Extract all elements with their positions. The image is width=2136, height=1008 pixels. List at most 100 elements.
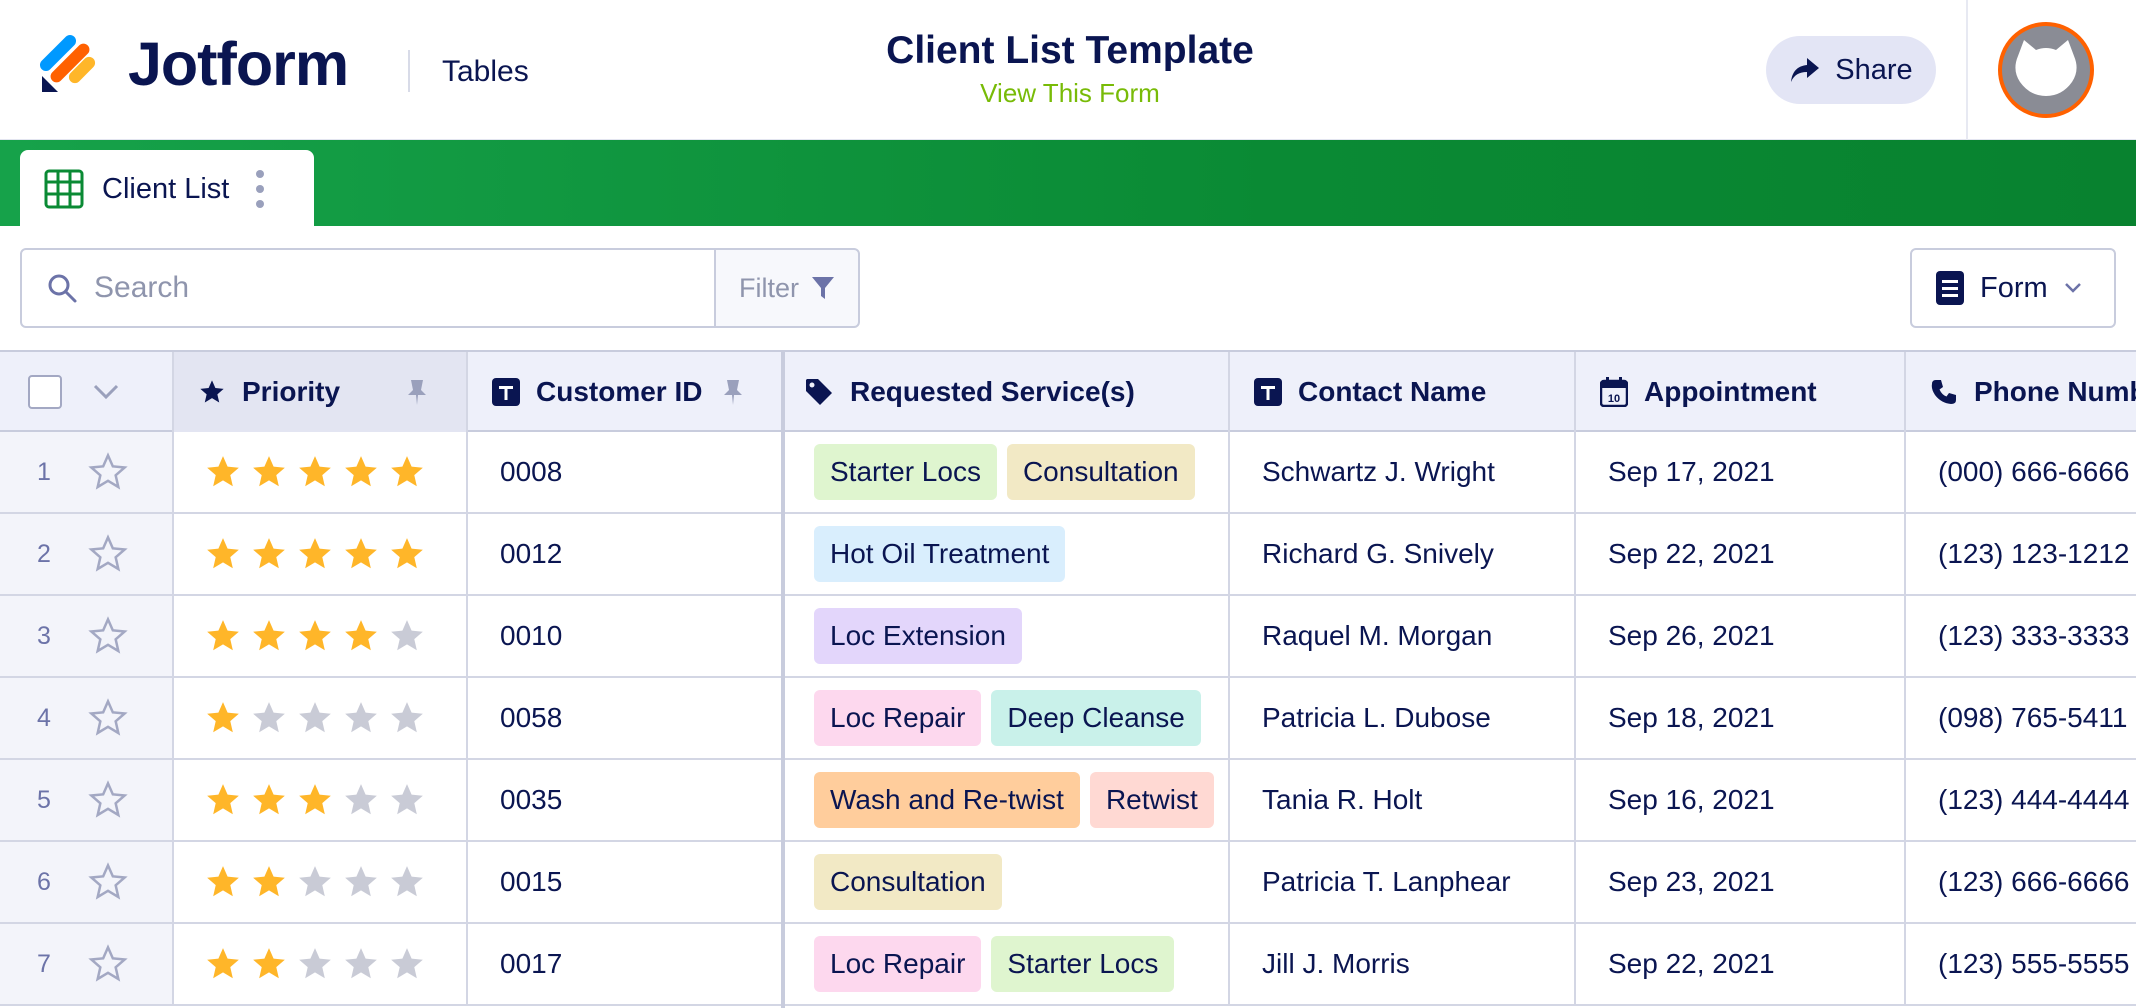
service-tag[interactable]: Hot Oil Treatment [814, 526, 1066, 582]
star-empty-icon[interactable] [388, 699, 426, 737]
priority-cell[interactable] [174, 514, 468, 594]
priority-cell[interactable] [174, 678, 468, 758]
star-empty-icon[interactable] [342, 781, 380, 819]
star-filled-icon[interactable] [250, 781, 288, 819]
table-row[interactable]: 1 0008 Starter Locs Consultation Schwartz… [0, 432, 2136, 514]
tab-menu-kebab-icon[interactable] [255, 170, 265, 208]
star-filled-icon[interactable] [250, 453, 288, 491]
contact-name-cell[interactable]: Richard G. Snively [1230, 514, 1576, 594]
services-cell[interactable]: Hot Oil Treatment [784, 514, 1230, 594]
select-all-checkbox[interactable] [28, 375, 62, 409]
star-empty-icon[interactable] [250, 699, 288, 737]
star-empty-icon[interactable] [342, 863, 380, 901]
table-row[interactable]: 3 0010 Loc Extension Raquel M. Morgan Se… [0, 596, 2136, 678]
service-tag[interactable]: Wash and Re-twist [814, 772, 1080, 828]
star-filled-icon[interactable] [250, 945, 288, 983]
star-filled-icon[interactable] [204, 699, 242, 737]
service-tag[interactable]: Retwist [1089, 772, 1214, 828]
column-header-appointment[interactable]: 10 Appointment [1576, 352, 1906, 432]
services-cell[interactable]: Starter Locs Consultation [784, 432, 1230, 512]
star-empty-icon[interactable] [388, 945, 426, 983]
customer-id-cell[interactable]: 0058 [468, 678, 784, 758]
star-filled-icon[interactable] [250, 617, 288, 655]
share-button[interactable]: Share [1766, 36, 1936, 104]
brand-name[interactable]: Jotform [128, 26, 349, 102]
phone-cell[interactable]: (123) 444-4444 [1906, 760, 2136, 840]
priority-cell[interactable] [174, 596, 468, 676]
service-tag[interactable]: Loc Extension [814, 608, 1022, 664]
appointment-cell[interactable]: Sep 22, 2021 [1576, 924, 1906, 1004]
services-cell[interactable]: Loc Extension [784, 596, 1230, 676]
star-filled-icon[interactable] [204, 617, 242, 655]
favorite-star-icon[interactable] [88, 862, 128, 902]
star-rating[interactable] [204, 535, 426, 573]
column-header-requested-services[interactable]: Requested Service(s) [784, 352, 1230, 432]
user-avatar[interactable] [1998, 22, 2094, 118]
priority-cell[interactable] [174, 842, 468, 922]
star-filled-icon[interactable] [388, 535, 426, 573]
phone-cell[interactable]: (098) 765-5411 [1906, 678, 2136, 758]
services-cell[interactable]: Consultation [784, 842, 1230, 922]
star-rating[interactable] [204, 699, 426, 737]
services-cell[interactable]: Loc Repair Starter Locs [784, 924, 1230, 1004]
appointment-cell[interactable]: Sep 18, 2021 [1576, 678, 1906, 758]
phone-cell[interactable]: (000) 666-6666 [1906, 432, 2136, 512]
column-header-priority[interactable]: Priority [174, 352, 468, 432]
chevron-down-icon[interactable] [92, 383, 120, 401]
customer-id-cell[interactable]: 0010 [468, 596, 784, 676]
priority-cell[interactable] [174, 760, 468, 840]
tab-client-list[interactable]: Client List [20, 150, 314, 228]
phone-cell[interactable]: (123) 555-5555 [1906, 924, 2136, 1004]
star-empty-icon[interactable] [388, 863, 426, 901]
filter-button[interactable]: Filter [714, 248, 860, 328]
star-filled-icon[interactable] [296, 617, 334, 655]
appointment-cell[interactable]: Sep 23, 2021 [1576, 842, 1906, 922]
table-row[interactable]: 4 0058 Loc Repair Deep Cleanse Patricia L… [0, 678, 2136, 760]
star-filled-icon[interactable] [204, 863, 242, 901]
customer-id-cell[interactable]: 0017 [468, 924, 784, 1004]
star-filled-icon[interactable] [342, 453, 380, 491]
services-cell[interactable]: Loc Repair Deep Cleanse [784, 678, 1230, 758]
services-cell[interactable]: Wash and Re-twist Retwist [784, 760, 1230, 840]
frozen-column-divider[interactable] [781, 350, 785, 1008]
customer-id-cell[interactable]: 0015 [468, 842, 784, 922]
contact-name-cell[interactable]: Raquel M. Morgan [1230, 596, 1576, 676]
star-filled-icon[interactable] [342, 617, 380, 655]
star-rating[interactable] [204, 781, 426, 819]
star-filled-icon[interactable] [388, 453, 426, 491]
star-empty-icon[interactable] [342, 699, 380, 737]
contact-name-cell[interactable]: Tania R. Holt [1230, 760, 1576, 840]
service-tag[interactable]: Consultation [814, 854, 1002, 910]
column-header-customer-id[interactable]: Customer ID [468, 352, 784, 432]
pin-icon[interactable] [722, 378, 744, 406]
star-empty-icon[interactable] [342, 945, 380, 983]
appointment-cell[interactable]: Sep 16, 2021 [1576, 760, 1906, 840]
star-empty-icon[interactable] [296, 699, 334, 737]
table-row[interactable]: 2 0012 Hot Oil Treatment Richard G. Sniv… [0, 514, 2136, 596]
service-tag[interactable]: Consultation [1006, 444, 1195, 500]
priority-cell[interactable] [174, 924, 468, 1004]
service-tag[interactable]: Starter Locs [814, 444, 997, 500]
star-filled-icon[interactable] [204, 781, 242, 819]
contact-name-cell[interactable]: Patricia L. Dubose [1230, 678, 1576, 758]
service-tag[interactable]: Loc Repair [814, 690, 982, 746]
star-rating[interactable] [204, 945, 426, 983]
contact-name-cell[interactable]: Patricia T. Lanphear [1230, 842, 1576, 922]
search-box[interactable] [20, 248, 716, 328]
star-filled-icon[interactable] [342, 535, 380, 573]
appointment-cell[interactable]: Sep 26, 2021 [1576, 596, 1906, 676]
phone-cell[interactable]: (123) 333-3333 [1906, 596, 2136, 676]
service-tag[interactable]: Loc Repair [814, 936, 982, 992]
service-tag[interactable]: Starter Locs [991, 936, 1175, 992]
star-filled-icon[interactable] [250, 863, 288, 901]
star-filled-icon[interactable] [204, 945, 242, 983]
table-row[interactable]: 7 0017 Loc Repair Starter Locs Jill J. Mo… [0, 924, 2136, 1006]
form-button[interactable]: Form [1910, 248, 2116, 328]
contact-name-cell[interactable]: Jill J. Morris [1230, 924, 1576, 1004]
star-filled-icon[interactable] [250, 535, 288, 573]
star-empty-icon[interactable] [388, 781, 426, 819]
star-filled-icon[interactable] [296, 453, 334, 491]
favorite-star-icon[interactable] [88, 698, 128, 738]
view-form-link[interactable]: View This Form [760, 76, 1380, 110]
table-row[interactable]: 6 0015 Consultation Patricia T. Lanphear… [0, 842, 2136, 924]
